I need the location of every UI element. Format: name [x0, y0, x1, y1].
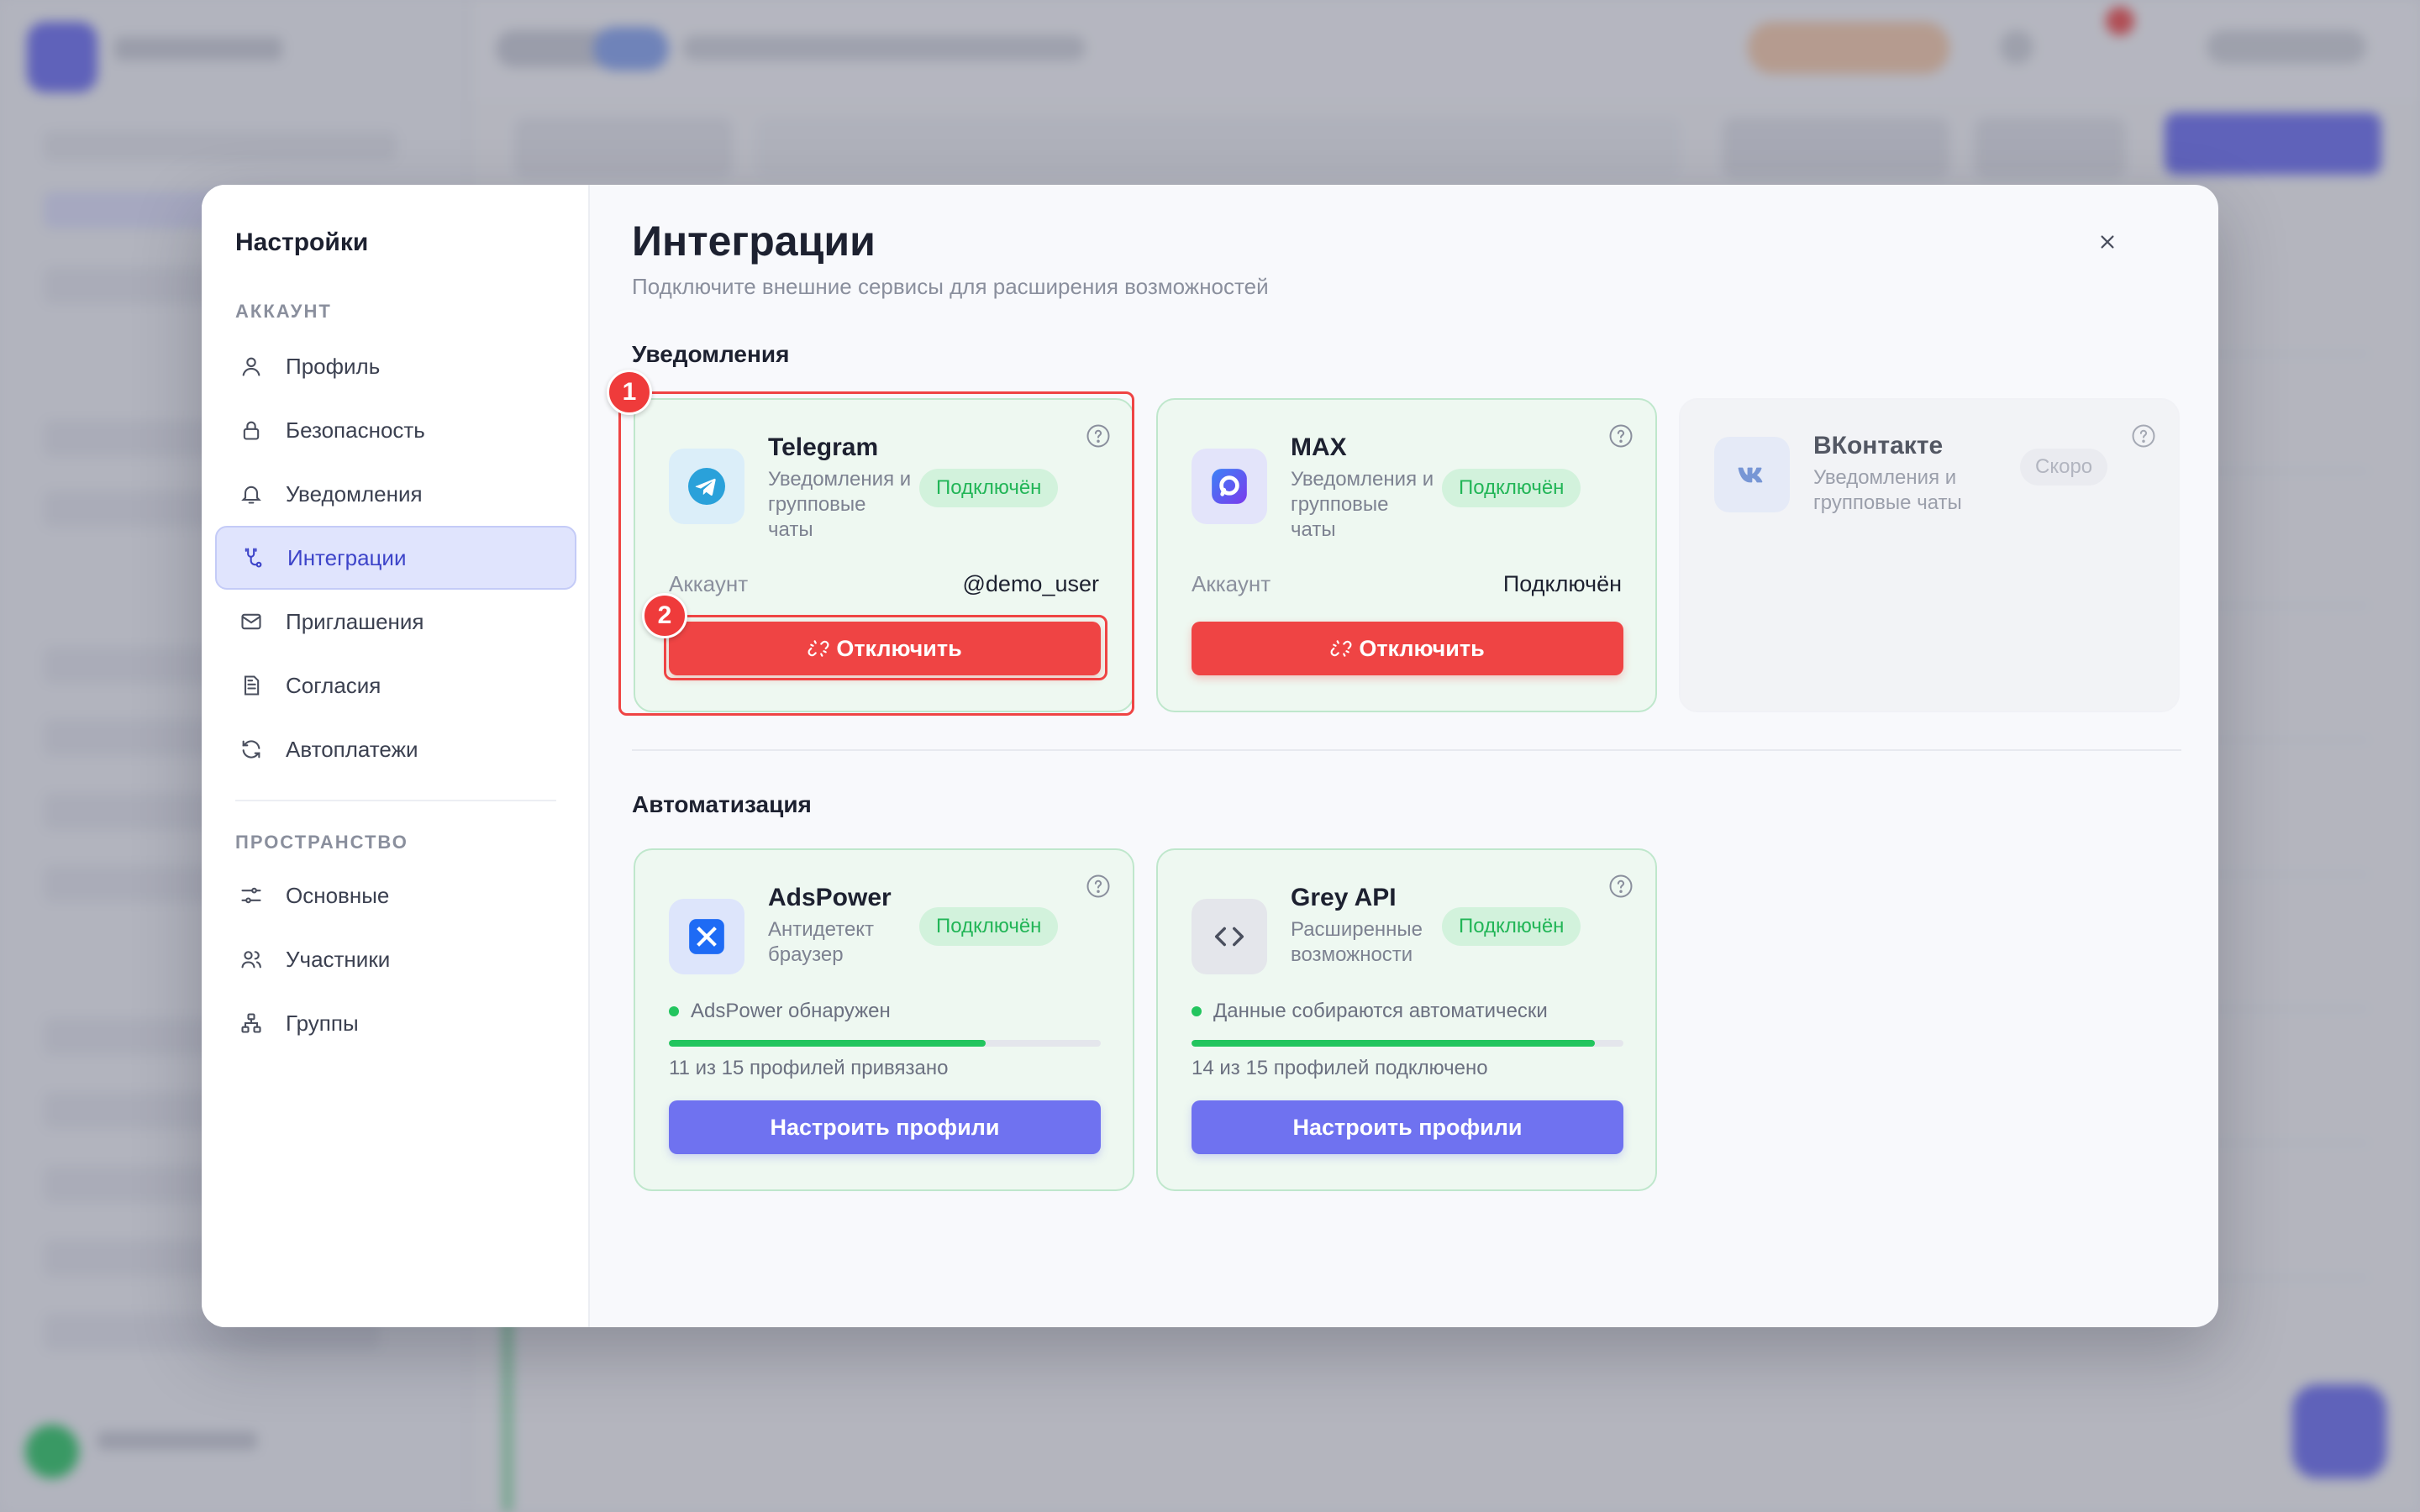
annotation-marker-1: 1 — [607, 370, 652, 415]
card-name: Grey API — [1291, 884, 1397, 911]
users-icon — [237, 945, 266, 974]
highlight-box-2 — [664, 615, 1107, 680]
progress-fill — [669, 1040, 986, 1047]
connection-status: Данные собираются автоматически — [1192, 1000, 1548, 1023]
progress-fill — [1192, 1040, 1595, 1047]
status-dot — [1192, 1006, 1202, 1016]
user-icon — [237, 352, 266, 381]
configure-profiles-button[interactable]: Настроить профили — [669, 1100, 1101, 1154]
page-subtitle: Подключите внешние сервисы для расширени… — [632, 274, 1269, 299]
refresh-icon — [237, 735, 266, 764]
settings-modal: Настройки АККАУНТ Профиль Безопасность У… — [202, 185, 2218, 1327]
close-button[interactable] — [2089, 225, 2126, 262]
sidebar-item-security[interactable]: Безопасность — [215, 398, 576, 462]
status-badge: Скоро — [2020, 449, 2108, 486]
group-label-space: ПРОСТРАНСТВО — [235, 832, 408, 853]
integration-card-max: MAX Уведомления и групповые чаты Подключ… — [1156, 398, 1657, 712]
settings-sidebar: Настройки АККАУНТ Профиль Безопасность У… — [202, 185, 590, 1327]
document-icon — [237, 671, 266, 700]
sidebar-item-consents[interactable]: Согласия — [215, 654, 576, 717]
integration-card-adspower: AdsPower Антидетект браузер Подключён Ad… — [634, 848, 1134, 1191]
sidebar-item-general[interactable]: Основные — [215, 864, 576, 927]
sidebar-item-groups[interactable]: Группы — [215, 991, 576, 1055]
progress-bar — [669, 1040, 1101, 1047]
card-description: Уведомления и групповые чаты — [1291, 468, 1434, 541]
account-value: Подключён — [1502, 571, 1622, 596]
configure-profiles-button[interactable]: Настроить профили — [1192, 1100, 1623, 1154]
max-icon — [1192, 449, 1267, 524]
integration-card-vk: ВКонтакте Уведомления и групповые чаты С… — [1679, 398, 2180, 712]
sidebar-item-members[interactable]: Участники — [215, 927, 576, 991]
mail-icon — [237, 607, 266, 636]
help-icon[interactable] — [2131, 423, 2156, 449]
card-name: MAX — [1291, 433, 1347, 461]
help-icon[interactable] — [1086, 874, 1111, 899]
group-label-account: АККАУНТ — [235, 301, 332, 322]
section-title-automation: Автоматизация — [632, 791, 812, 817]
lock-icon — [237, 416, 266, 444]
sidebar-item-profile[interactable]: Профиль — [215, 334, 576, 398]
code-icon — [1192, 899, 1267, 974]
account-label: Аккаунт — [1192, 571, 1271, 596]
sidebar-item-notifications[interactable]: Уведомления — [215, 462, 576, 526]
card-description: Расширенные возможности — [1291, 918, 1423, 966]
integration-card-grey-api: Grey API Расширенные возможности Подключ… — [1156, 848, 1657, 1191]
card-name: AdsPower — [768, 884, 892, 911]
progress-text: 11 из 15 профилей привязано — [669, 1057, 949, 1079]
help-icon[interactable] — [1608, 423, 1634, 449]
sidebar-item-invitations[interactable]: Приглашения — [215, 590, 576, 654]
bell-icon — [237, 480, 266, 508]
card-description: Уведомления и групповые чаты — [1813, 466, 1962, 514]
sidebar-item-integrations[interactable]: Интеграции — [215, 526, 576, 590]
status-badge: Подключён — [919, 907, 1059, 946]
settings-title: Настройки — [235, 228, 369, 256]
unlink-icon — [1330, 638, 1352, 659]
status-dot — [669, 1006, 679, 1016]
integrations-icon — [239, 543, 267, 572]
card-name: ВКонтакте — [1813, 432, 1944, 459]
settings-content: Интеграции Подключите внешние сервисы дл… — [590, 185, 2218, 1327]
hierarchy-icon — [237, 1009, 266, 1037]
sidebar-item-autopayments[interactable]: Автоплатежи — [215, 717, 576, 781]
vk-icon — [1714, 437, 1790, 512]
progress-text: 14 из 15 профилей подключено — [1192, 1057, 1488, 1079]
card-description: Антидетект браузер — [768, 918, 875, 966]
connection-status: AdsPower обнаружен — [669, 1000, 891, 1023]
disconnect-button[interactable]: Отключить — [1192, 622, 1623, 675]
annotation-marker-2: 2 — [642, 593, 687, 638]
close-icon — [2098, 233, 2117, 255]
progress-bar — [1192, 1040, 1623, 1047]
help-icon[interactable] — [1608, 874, 1634, 899]
sliders-icon — [237, 881, 266, 910]
status-badge: Подключён — [1442, 469, 1581, 507]
adspower-icon — [669, 899, 744, 974]
section-title-notifications: Уведомления — [632, 341, 790, 367]
page-title: Интеграции — [632, 218, 876, 265]
status-badge: Подключён — [1442, 907, 1581, 946]
